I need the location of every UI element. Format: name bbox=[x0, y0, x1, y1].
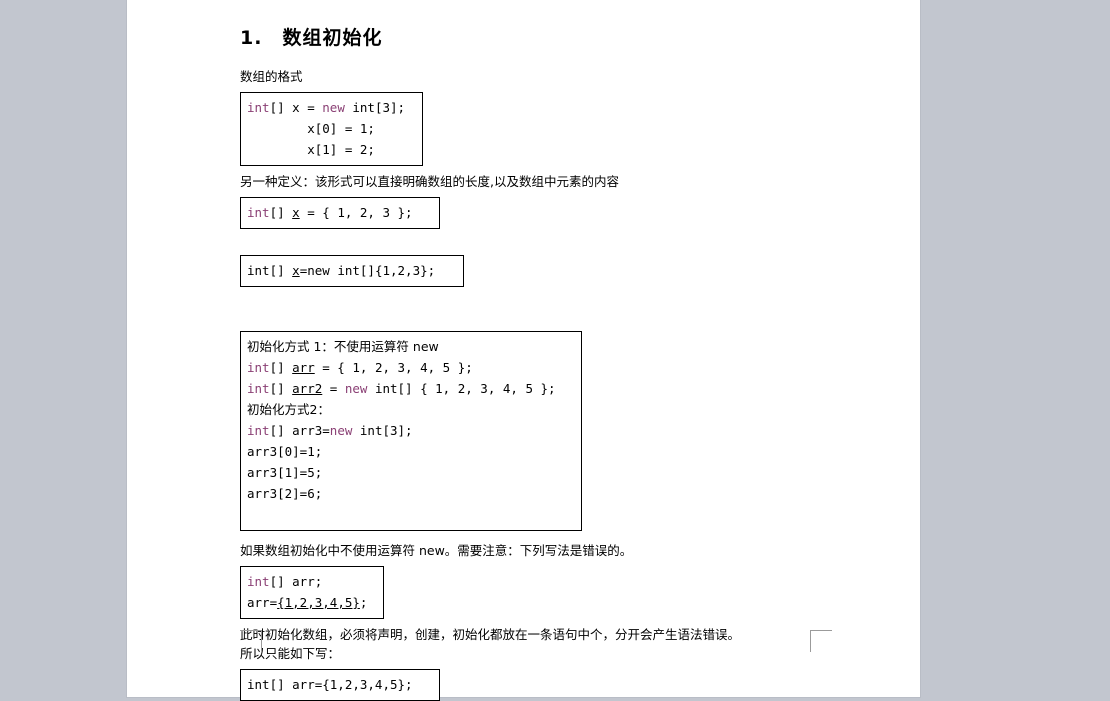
code-keyword: int bbox=[247, 100, 270, 115]
code-text: 初始化方式2： bbox=[247, 402, 330, 417]
section-label-array-format: 数组的格式 bbox=[240, 69, 303, 84]
code-line: arr3[0]=1; bbox=[247, 441, 575, 462]
code-line: arr={1,2,3,4,5}; bbox=[247, 592, 377, 613]
crop-mark-bottom-right bbox=[810, 630, 832, 652]
code-line: 初始化方式2： bbox=[247, 399, 575, 420]
code-text: [] arr; bbox=[269, 574, 323, 589]
code-text: [] bbox=[269, 360, 293, 375]
code-keyword: new bbox=[329, 423, 353, 438]
code-underlined-token: x bbox=[292, 205, 300, 220]
code-line: int[] arr={1,2,3,4,5}; bbox=[247, 674, 433, 695]
code-line: x[0] = 1; bbox=[247, 118, 416, 139]
page-title: 1. 数组初始化 bbox=[240, 27, 383, 49]
code-underlined-token: arr bbox=[292, 360, 315, 375]
code-block-correct-declaration: int[] arr={1,2,3,4,5}; bbox=[240, 669, 440, 701]
code-line: int[] x = { 1, 2, 3 }; bbox=[247, 202, 433, 223]
code-line: int[] arr; bbox=[247, 571, 377, 592]
note-only-correct-way: 所以只能如下写： bbox=[240, 646, 341, 661]
code-keyword: new bbox=[322, 100, 345, 115]
crop-mark-bottom-left bbox=[240, 630, 262, 652]
code-keyword: int bbox=[247, 205, 270, 220]
code-line: int[] x = new int[3]; bbox=[247, 97, 416, 118]
code-text: x[1] = 2; bbox=[247, 142, 375, 157]
crop-mark-horizontal-rule bbox=[810, 630, 832, 631]
code-text: [] x = bbox=[269, 100, 323, 115]
code-text: [] bbox=[269, 381, 293, 396]
code-text: int[] bbox=[247, 263, 293, 278]
note-alternative-definition: 另一种定义：该形式可以直接明确数组的长度,以及数组中元素的内容 bbox=[240, 174, 619, 189]
code-underlined-token: arr2 bbox=[292, 381, 323, 396]
code-text: arr3[2]=6; bbox=[247, 486, 323, 501]
crop-mark-horizontal-rule bbox=[240, 630, 262, 631]
code-line: int[] arr3=new int[3]; bbox=[247, 420, 575, 441]
code-text: arr3[1]=5; bbox=[247, 465, 323, 480]
code-underlined-token: {1,2,3,4,5} bbox=[277, 595, 360, 610]
code-block-array-format: int[] x = new int[3]; x[0] = 1; x[1] = 2… bbox=[240, 92, 423, 166]
code-block-initialization-methods: 初始化方式 1：不使用运算符 new int[] arr = { 1, 2, 3,… bbox=[240, 331, 582, 531]
crop-mark-vertical-rule bbox=[261, 630, 262, 652]
code-text: = bbox=[322, 381, 345, 396]
code-line: 初始化方式 1：不使用运算符 new bbox=[247, 336, 575, 357]
code-text: int[] arr={1,2,3,4,5}; bbox=[247, 677, 413, 692]
code-line: x[1] = 2; bbox=[247, 139, 416, 160]
code-keyword: int bbox=[247, 574, 270, 589]
code-text: int[3]; bbox=[352, 423, 413, 438]
code-keyword: int bbox=[247, 423, 270, 438]
code-keyword: int bbox=[247, 381, 270, 396]
document-page: 1. 数组初始化 数组的格式 int[] x = new int[3]; x[0… bbox=[127, 0, 920, 701]
code-text: =new int[]{1,2,3}; bbox=[299, 263, 436, 278]
page-content-column: 1. 数组初始化 数组的格式 int[] x = new int[3]; x[0… bbox=[240, 0, 820, 701]
code-text: arr= bbox=[247, 595, 278, 610]
document-viewer: 1. 数组初始化 数组的格式 int[] x = new int[3]; x[0… bbox=[0, 0, 1110, 701]
code-line: arr3[2]=6; bbox=[247, 483, 575, 504]
code-block-invalid-example: int[] arr; arr={1,2,3,4,5}; bbox=[240, 566, 384, 619]
code-text: 初始化方式 1：不使用运算符 new bbox=[247, 339, 439, 354]
code-text: arr3[0]=1; bbox=[247, 444, 323, 459]
code-line: arr3[1]=5; bbox=[247, 462, 575, 483]
code-block-brace-initializer: int[] x = { 1, 2, 3 }; bbox=[240, 197, 440, 229]
code-text: [] arr3= bbox=[269, 423, 330, 438]
code-text: = { 1, 2, 3, 4, 5 }; bbox=[314, 360, 473, 375]
code-text: [] bbox=[269, 205, 293, 220]
code-text: x[0] = 1; bbox=[247, 121, 375, 136]
code-text: = { 1, 2, 3 }; bbox=[299, 205, 413, 220]
note-error-warning: 如果数组初始化中不使用运算符 new。需要注意：下列写法是错误的。 bbox=[240, 543, 633, 558]
crop-mark-vertical-rule bbox=[810, 630, 811, 652]
code-line: int[] arr2 = new int[] { 1, 2, 3, 4, 5 }… bbox=[247, 378, 575, 399]
code-text: ; bbox=[359, 595, 368, 610]
code-underlined-token: x bbox=[292, 263, 300, 278]
note-single-statement-requirement: 此时初始化数组，必须将声明，创建，初始化都放在一条语句中个，分开会产生语法错误。 bbox=[240, 627, 741, 642]
code-keyword: int bbox=[247, 360, 270, 375]
code-line: int[] x=new int[]{1,2,3}; bbox=[247, 260, 457, 281]
code-line: int[] arr = { 1, 2, 3, 4, 5 }; bbox=[247, 357, 575, 378]
code-keyword: new bbox=[344, 381, 368, 396]
code-text: int[3]; bbox=[344, 100, 406, 115]
code-text: int[] { 1, 2, 3, 4, 5 }; bbox=[367, 381, 556, 396]
code-block-new-with-brace: int[] x=new int[]{1,2,3}; bbox=[240, 255, 464, 287]
